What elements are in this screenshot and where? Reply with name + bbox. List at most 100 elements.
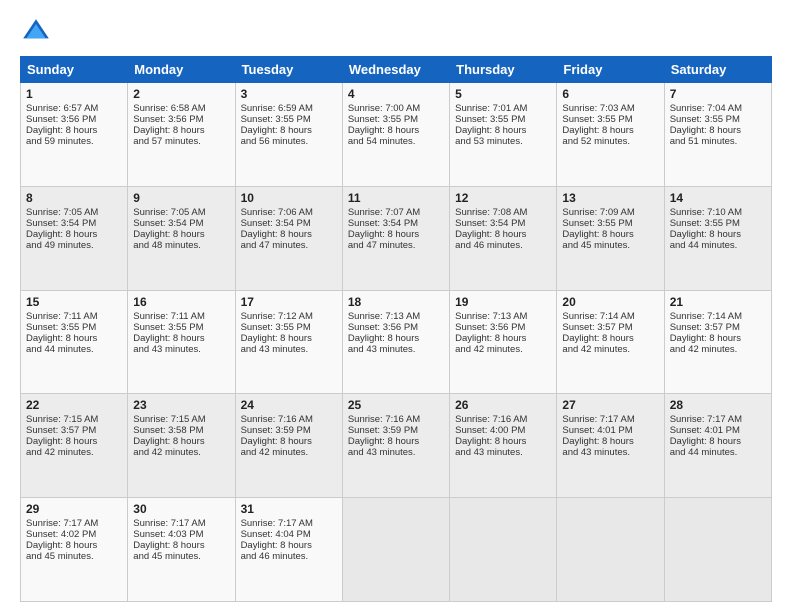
- day-info-line: Sunset: 3:55 PM: [241, 114, 337, 125]
- day-info-line: Sunrise: 7:12 AM: [241, 311, 337, 322]
- calendar-cell: 28Sunrise: 7:17 AMSunset: 4:01 PMDayligh…: [664, 394, 771, 498]
- day-info-line: Daylight: 8 hours: [241, 229, 337, 240]
- day-number: 19: [455, 295, 551, 309]
- day-info-line: Sunrise: 7:17 AM: [26, 518, 122, 529]
- header: [20, 16, 772, 48]
- day-info-line: Daylight: 8 hours: [670, 229, 766, 240]
- day-info-line: Sunrise: 7:14 AM: [562, 311, 658, 322]
- day-info-line: Daylight: 8 hours: [562, 436, 658, 447]
- day-info-line: and 43 minutes.: [133, 344, 229, 355]
- day-info-line: and 47 minutes.: [241, 240, 337, 251]
- day-info-line: and 45 minutes.: [562, 240, 658, 251]
- day-info-line: Sunrise: 7:17 AM: [562, 414, 658, 425]
- day-info-line: Sunset: 4:00 PM: [455, 425, 551, 436]
- weekday-header-tuesday: Tuesday: [235, 57, 342, 83]
- calendar-cell: 7Sunrise: 7:04 AMSunset: 3:55 PMDaylight…: [664, 83, 771, 187]
- calendar-cell: 6Sunrise: 7:03 AMSunset: 3:55 PMDaylight…: [557, 83, 664, 187]
- calendar-cell: 27Sunrise: 7:17 AMSunset: 4:01 PMDayligh…: [557, 394, 664, 498]
- day-number: 10: [241, 191, 337, 205]
- day-info-line: Sunset: 3:55 PM: [133, 322, 229, 333]
- day-info-line: and 48 minutes.: [133, 240, 229, 251]
- logo-icon: [20, 16, 52, 48]
- day-info-line: Daylight: 8 hours: [133, 436, 229, 447]
- day-info-line: Sunrise: 7:13 AM: [348, 311, 444, 322]
- day-info-line: Sunset: 3:54 PM: [348, 218, 444, 229]
- day-info-line: Sunrise: 6:59 AM: [241, 103, 337, 114]
- week-row-2: 8 Sunrise: 7:05 AM Sunset: 3:54 PM Daylight…: [21, 186, 772, 290]
- day-number: 31: [241, 502, 337, 516]
- calendar-cell: 23Sunrise: 7:15 AMSunset: 3:58 PMDayligh…: [128, 394, 235, 498]
- weekday-header-saturday: Saturday: [664, 57, 771, 83]
- day-number: 11: [348, 191, 444, 205]
- day-number: 29: [26, 502, 122, 516]
- calendar-cell: [450, 498, 557, 602]
- day-info-line: Sunrise: 7:11 AM: [133, 311, 229, 322]
- calendar-cell: 31Sunrise: 7:17 AMSunset: 4:04 PMDayligh…: [235, 498, 342, 602]
- day-number: 12: [455, 191, 551, 205]
- day-number: 28: [670, 398, 766, 412]
- calendar-cell: [557, 498, 664, 602]
- day-info-line: Daylight: 8 hours: [133, 125, 229, 136]
- day-number: 7: [670, 87, 766, 101]
- calendar-cell: 18Sunrise: 7:13 AMSunset: 3:56 PMDayligh…: [342, 290, 449, 394]
- day-info-line: Sunset: 3:56 PM: [455, 322, 551, 333]
- page: SundayMondayTuesdayWednesdayThursdayFrid…: [0, 0, 792, 612]
- day-info-line: Sunrise: 7:11 AM: [26, 311, 122, 322]
- day-number: 21: [670, 295, 766, 309]
- calendar-cell: 16Sunrise: 7:11 AMSunset: 3:55 PMDayligh…: [128, 290, 235, 394]
- day-info-line: Daylight: 8 hours: [241, 125, 337, 136]
- day-number: 26: [455, 398, 551, 412]
- day-info-line: Daylight: 8 hours: [133, 540, 229, 551]
- weekday-header-friday: Friday: [557, 57, 664, 83]
- day-info-line: and 57 minutes.: [133, 136, 229, 147]
- day-info-line: Sunrise: 7:08 AM: [455, 207, 551, 218]
- day-number: 6: [562, 87, 658, 101]
- day-info-line: Sunset: 3:54 PM: [133, 218, 229, 229]
- day-info-line: Sunrise: 7:15 AM: [133, 414, 229, 425]
- day-info-line: Sunrise: 7:05 AM: [26, 207, 122, 218]
- day-number: 18: [348, 295, 444, 309]
- day-info-line: Sunset: 3:55 PM: [241, 322, 337, 333]
- calendar-table: SundayMondayTuesdayWednesdayThursdayFrid…: [20, 56, 772, 602]
- day-info-line: and 52 minutes.: [562, 136, 658, 147]
- day-info-line: and 43 minutes.: [455, 447, 551, 458]
- day-info-line: Sunset: 3:55 PM: [26, 322, 122, 333]
- day-number: 8: [26, 191, 122, 205]
- day-info-line: Sunset: 3:57 PM: [670, 322, 766, 333]
- day-info-line: Daylight: 8 hours: [562, 125, 658, 136]
- day-info-line: Daylight: 8 hours: [26, 540, 122, 551]
- calendar-cell: 19Sunrise: 7:13 AMSunset: 3:56 PMDayligh…: [450, 290, 557, 394]
- day-info-line: Sunset: 3:55 PM: [348, 114, 444, 125]
- day-info-line: Sunrise: 7:03 AM: [562, 103, 658, 114]
- day-info-line: Sunrise: 6:57 AM: [26, 103, 122, 114]
- weekday-header-thursday: Thursday: [450, 57, 557, 83]
- weekday-header-sunday: Sunday: [21, 57, 128, 83]
- day-info-line: Sunrise: 7:00 AM: [348, 103, 444, 114]
- day-info-line: Daylight: 8 hours: [455, 333, 551, 344]
- calendar-cell: 1Sunrise: 6:57 AMSunset: 3:56 PMDaylight…: [21, 83, 128, 187]
- day-number: 23: [133, 398, 229, 412]
- day-info-line: and 42 minutes.: [133, 447, 229, 458]
- day-info-line: Sunset: 3:56 PM: [133, 114, 229, 125]
- calendar-cell: 13Sunrise: 7:09 AMSunset: 3:55 PMDayligh…: [557, 186, 664, 290]
- weekday-row: SundayMondayTuesdayWednesdayThursdayFrid…: [21, 57, 772, 83]
- day-number: 17: [241, 295, 337, 309]
- day-info-line: and 47 minutes.: [348, 240, 444, 251]
- day-number: 1: [26, 87, 122, 101]
- day-info-line: and 43 minutes.: [348, 344, 444, 355]
- day-info-line: and 44 minutes.: [670, 447, 766, 458]
- day-info-line: Daylight: 8 hours: [455, 125, 551, 136]
- day-info-line: Daylight: 8 hours: [241, 540, 337, 551]
- day-info-line: Daylight: 8 hours: [670, 125, 766, 136]
- day-info-line: Daylight: 8 hours: [26, 229, 122, 240]
- day-info-line: Sunrise: 6:58 AM: [133, 103, 229, 114]
- day-info-line: Sunrise: 7:10 AM: [670, 207, 766, 218]
- day-number: 20: [562, 295, 658, 309]
- week-row-4: 22Sunrise: 7:15 AMSunset: 3:57 PMDayligh…: [21, 394, 772, 498]
- day-info-line: Daylight: 8 hours: [26, 436, 122, 447]
- calendar-cell: 9Sunrise: 7:05 AMSunset: 3:54 PMDaylight…: [128, 186, 235, 290]
- calendar-cell: 3Sunrise: 6:59 AMSunset: 3:55 PMDaylight…: [235, 83, 342, 187]
- day-info-line: Sunrise: 7:17 AM: [670, 414, 766, 425]
- day-info-line: and 42 minutes.: [26, 447, 122, 458]
- calendar-body: 1Sunrise: 6:57 AMSunset: 3:56 PMDaylight…: [21, 83, 772, 602]
